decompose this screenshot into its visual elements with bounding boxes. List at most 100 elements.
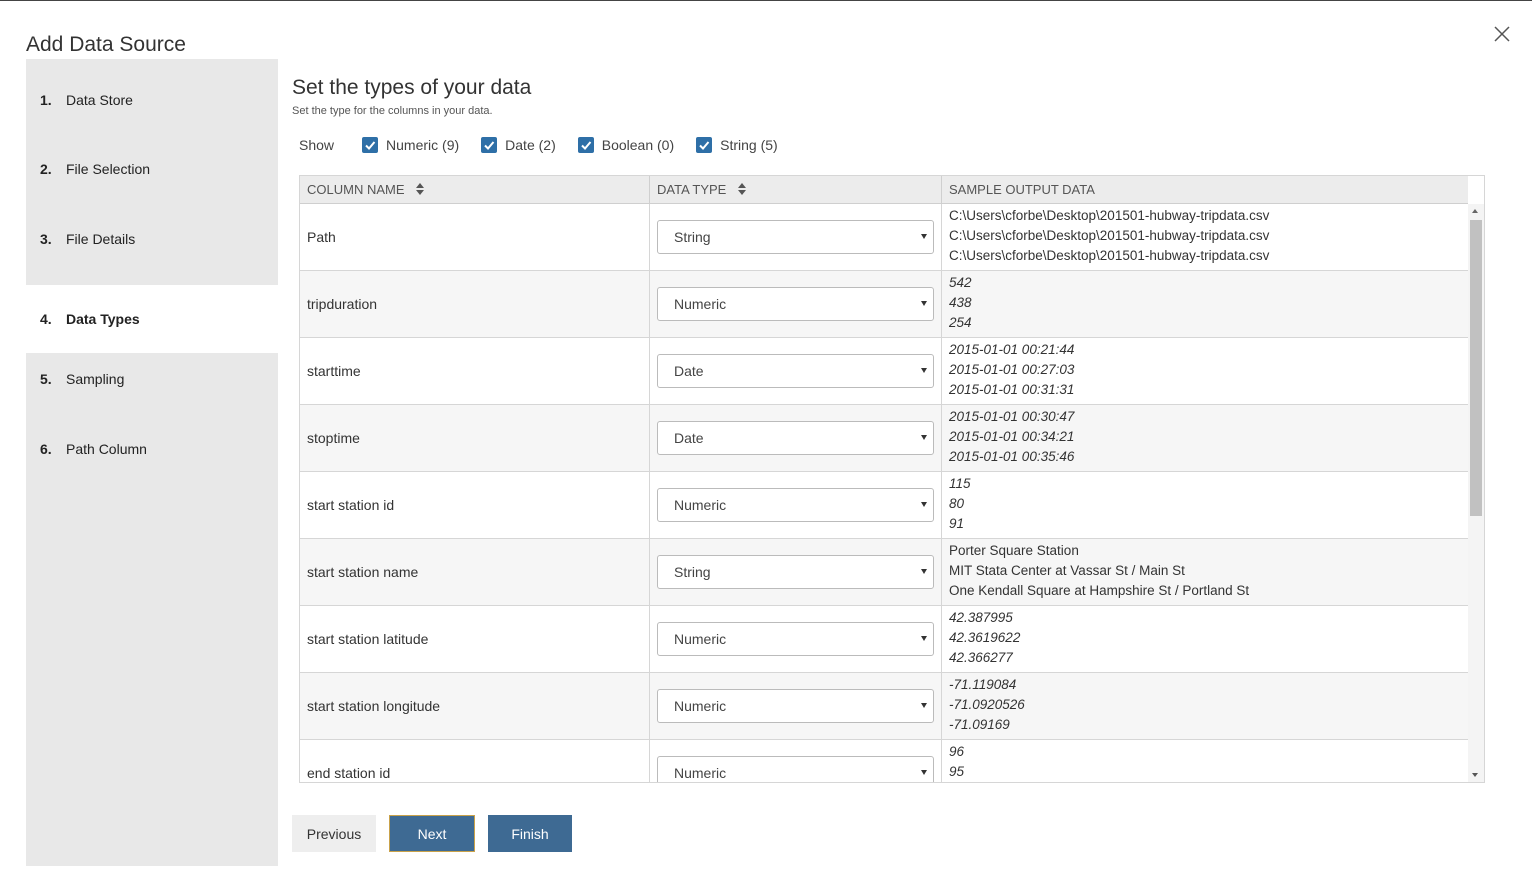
table-row: starttime Date 2015-01-01 00:21:44 2015-01-…: [300, 338, 1468, 405]
data-type-value: Date: [674, 363, 704, 379]
sample-value: 42.387995: [949, 610, 1013, 625]
next-button[interactable]: Next: [389, 815, 475, 852]
sample-value: 2015-01-01 00:31:31: [949, 382, 1075, 397]
column-name: Path: [307, 229, 336, 245]
scroll-down-icon[interactable]: [1472, 773, 1478, 777]
close-icon[interactable]: [1490, 22, 1514, 46]
step-number: 3.: [40, 231, 52, 247]
grid-body: Path String C:\Users\cforbe\Desktop\201501…: [300, 204, 1468, 782]
sample-value: 2015-01-01 00:35:46: [949, 449, 1075, 464]
sample-values: Porter Square Station MIT Stata Center at…: [949, 541, 1249, 601]
sample-value: 438: [949, 295, 972, 310]
column-name: start station latitude: [307, 631, 429, 647]
step-number: 5.: [40, 371, 52, 387]
data-type-value: Numeric: [674, 497, 727, 513]
scroll-thumb[interactable]: [1470, 220, 1482, 516]
table-row: Path String C:\Users\cforbe\Desktop\201501…: [300, 204, 1468, 271]
scroll-up-icon[interactable]: [1472, 209, 1478, 213]
dropdown-caret-icon: [921, 636, 927, 641]
dialog-title: Add Data Source: [26, 33, 186, 56]
sample-value: 42.366277: [949, 650, 1013, 665]
data-type-select[interactable]: Numeric: [657, 622, 934, 656]
data-type-value: Date: [674, 430, 704, 446]
sample-values: C:\Users\cforbe\Desktop\201501-hubway-tr…: [949, 206, 1269, 266]
sample-output-cell: 542 438 254: [942, 271, 1468, 338]
table-row: tripduration Numeric 542 438 254: [300, 271, 1468, 338]
table-row: stoptime Date 2015-01-01 00:30:47 2015-01-0…: [300, 405, 1468, 472]
data-type-value: String: [674, 229, 711, 245]
sample-output-cell: C:\Users\cforbe\Desktop\201501-hubway-tr…: [942, 204, 1468, 271]
dropdown-caret-icon: [921, 770, 927, 775]
column-name-cell: start station longitude: [300, 673, 650, 740]
data-type-select[interactable]: String: [657, 220, 934, 254]
grid-scrollbar[interactable]: [1468, 204, 1484, 782]
step-number: 6.: [40, 441, 52, 457]
sample-values: 542 438 254: [949, 273, 972, 333]
data-type-value: Numeric: [674, 765, 727, 781]
step-data-types[interactable]: 4. Data Types: [26, 285, 278, 353]
sample-values: 2015-01-01 00:30:47 2015-01-01 00:34:21 20…: [949, 407, 1074, 467]
sample-value: 542: [949, 275, 972, 290]
top-border: [0, 0, 1532, 1]
step-file-details[interactable]: 3. File Details: [26, 204, 278, 274]
checkmark-icon: [362, 137, 379, 153]
filter-date-checkbox[interactable]: Date (2): [481, 137, 556, 153]
step-path-column[interactable]: 6. Path Column: [26, 414, 278, 484]
data-type-cell: Numeric: [650, 271, 942, 338]
column-name-cell: starttime: [300, 338, 650, 405]
table-row: start station latitude Numeric 42.387995 42…: [300, 606, 1468, 673]
sample-value: 115: [949, 476, 971, 491]
data-type-select[interactable]: Date: [657, 354, 934, 388]
sample-output-cell: 2015-01-01 00:21:44 2015-01-01 00:27:03 20…: [942, 338, 1468, 405]
filter-string-checkbox[interactable]: String (5): [696, 137, 778, 153]
step-sampling[interactable]: 5. Sampling: [26, 344, 278, 414]
column-name: start station id: [307, 497, 395, 513]
header-column-name[interactable]: COLUMN NAME: [300, 176, 650, 204]
column-name-cell: start station id: [300, 472, 650, 539]
column-name: start station name: [307, 564, 419, 580]
checkmark-icon: [696, 137, 713, 153]
column-name: stoptime: [307, 430, 360, 446]
data-type-select[interactable]: Numeric: [657, 756, 934, 782]
header-label: SAMPLE OUTPUT DATA: [949, 182, 1095, 197]
step-file-selection[interactable]: 2. File Selection: [26, 134, 278, 204]
filter-boolean-checkbox[interactable]: Boolean (0): [577, 137, 675, 153]
sample-values: 2015-01-01 00:21:44 2015-01-01 00:27:03 20…: [949, 340, 1074, 400]
previous-button[interactable]: Previous: [292, 815, 376, 852]
filter-label: Boolean (0): [601, 137, 675, 153]
sample-values: 115 80 91: [949, 474, 971, 534]
data-type-select[interactable]: Numeric: [657, 689, 934, 723]
table-row: start station name String Porter Square St…: [300, 539, 1468, 606]
step-data-store[interactable]: 1. Data Store: [26, 65, 278, 135]
type-filter-bar: Show Numeric (9) Date (2) Boolean (0) St…: [299, 134, 800, 156]
data-type-value: Numeric: [674, 698, 727, 714]
data-type-select[interactable]: Date: [657, 421, 934, 455]
sort-icon[interactable]: [737, 177, 746, 205]
data-type-select[interactable]: String: [657, 555, 934, 589]
sample-value: -71.0920526: [949, 697, 1025, 712]
filter-numeric-checkbox[interactable]: Numeric (9): [362, 137, 459, 153]
grid-header: COLUMN NAME DATA TYPE SAMPLE OUTPUT DATA: [300, 176, 1468, 204]
column-name-cell: end station id: [300, 740, 650, 782]
data-type-cell: Numeric: [650, 673, 942, 740]
step-number: 1.: [40, 92, 52, 108]
sort-icon[interactable]: [416, 177, 425, 205]
step-number: 2.: [40, 161, 52, 177]
data-type-cell: Date: [650, 405, 942, 472]
data-type-select[interactable]: Numeric: [657, 488, 934, 522]
data-type-select[interactable]: Numeric: [657, 287, 934, 321]
header-sample-output: SAMPLE OUTPUT DATA: [942, 176, 1468, 204]
step-label: File Selection: [66, 161, 151, 177]
sample-value: 2015-01-01 00:21:44: [949, 342, 1075, 357]
sample-output-cell: 96 95: [942, 740, 1468, 782]
header-data-type[interactable]: DATA TYPE: [650, 176, 942, 204]
sample-value: 42.3619622: [949, 630, 1021, 645]
data-type-cell: Numeric: [650, 740, 942, 782]
sample-values: 42.387995 42.3619622 42.366277: [949, 608, 1020, 668]
sample-value: 95: [949, 764, 965, 779]
finish-button[interactable]: Finish: [488, 815, 572, 852]
data-types-grid: COLUMN NAME DATA TYPE SAMPLE OUTPUT DATA…: [299, 175, 1485, 783]
sample-values: -71.119084 -71.0920526 -71.09169: [949, 675, 1025, 735]
sample-values: 96 95: [949, 742, 964, 782]
show-label: Show: [299, 137, 335, 153]
